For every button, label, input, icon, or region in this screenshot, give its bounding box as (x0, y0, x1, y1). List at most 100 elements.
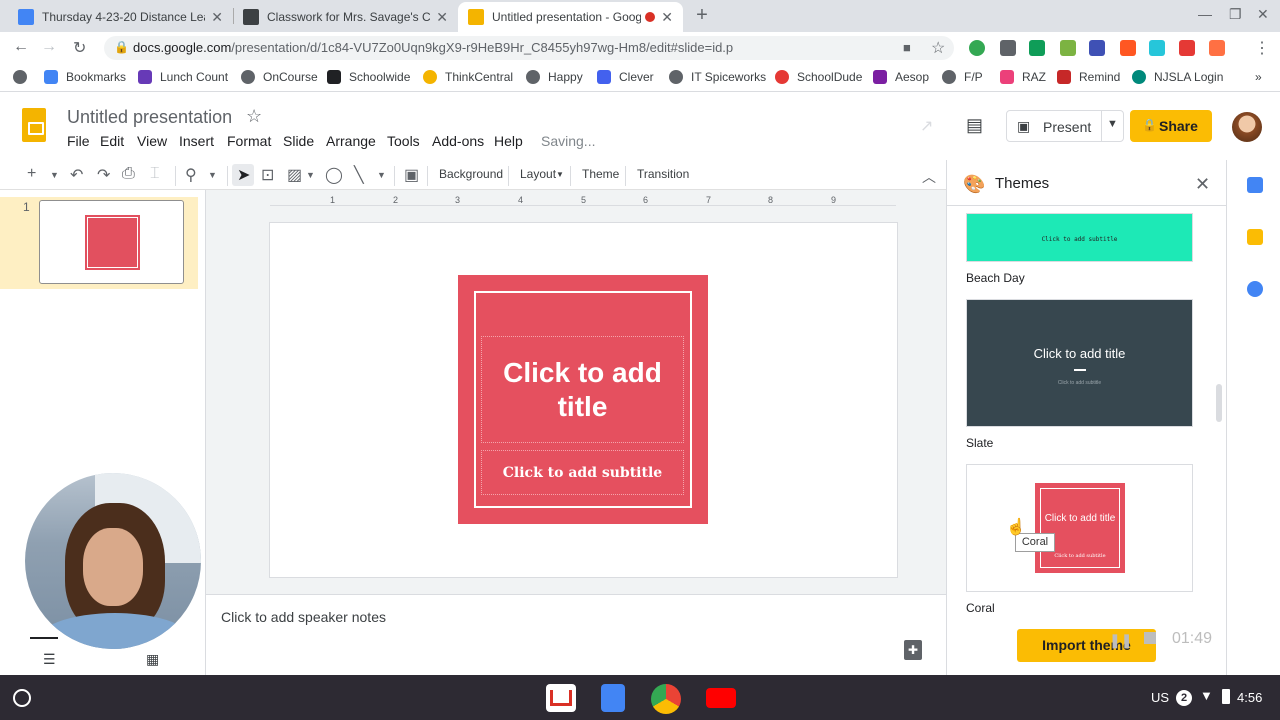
menu-format[interactable]: Format (227, 133, 271, 149)
zoom-icon[interactable]: ⚲ (185, 165, 197, 185)
more-bookmarks-icon[interactable]: » (1255, 70, 1262, 84)
bookmark-remind[interactable]: Remind (1057, 70, 1120, 84)
avatar[interactable] (1232, 112, 1262, 142)
bookmark-oncourse[interactable]: OnCourse (241, 70, 318, 84)
camera-icon[interactable]: ■ (903, 40, 911, 55)
menu-help[interactable]: Help (494, 133, 523, 149)
tasks-icon[interactable] (1247, 281, 1263, 297)
gmail-icon[interactable] (546, 684, 576, 712)
scrollbar[interactable] (1216, 384, 1222, 422)
bookmark-happy[interactable]: Happy (526, 70, 583, 84)
extension-icon[interactable] (1089, 40, 1105, 56)
menu-slide[interactable]: Slide (283, 133, 314, 149)
close-window-icon[interactable]: ✕ (1257, 6, 1269, 23)
wifi-icon[interactable]: ▼ (1200, 688, 1213, 703)
lock-icon[interactable]: 🔒 (114, 40, 129, 54)
theme-card-slate[interactable] (966, 299, 1193, 427)
bookmark-raz[interactable]: RAZ (1000, 70, 1046, 84)
maximize-icon[interactable]: ❐ (1229, 6, 1242, 23)
bookmark-thinkcentral[interactable]: ThinkCentral (423, 70, 513, 84)
caret-down-icon[interactable]: ▼ (377, 170, 386, 180)
browser-tab-3[interactable]: Untitled presentation - Goog ✕ (458, 2, 683, 32)
menu-insert[interactable]: Insert (179, 133, 214, 149)
input-method[interactable]: US (1151, 690, 1169, 705)
speaker-notes-area[interactable] (206, 594, 946, 675)
line-icon[interactable]: ╲ (354, 165, 364, 185)
extension-icon[interactable] (1120, 40, 1136, 56)
bookmark-clever[interactable]: Clever (597, 70, 654, 84)
apps-icon[interactable] (13, 70, 27, 84)
bookmark-lunch-count[interactable]: Lunch Count (138, 70, 228, 84)
keep-icon[interactable] (1247, 229, 1263, 245)
extension-icon[interactable] (1149, 40, 1165, 56)
speaker-notes-placeholder[interactable]: Click to add speaker notes (221, 609, 386, 625)
undo-icon[interactable]: ↶ (70, 165, 83, 185)
layout-button[interactable]: Layout (520, 167, 556, 181)
bookmark-bookmarks[interactable]: Bookmarks (44, 70, 126, 84)
print-icon[interactable]: ⎙ (122, 165, 135, 183)
url-text[interactable]: docs.google.com/presentation/d/1c84-VU7Z… (133, 40, 733, 55)
launcher-icon[interactable] (13, 689, 31, 707)
youtube-icon[interactable] (706, 688, 736, 708)
pause-icon[interactable]: ❚❚ (1109, 632, 1132, 649)
add-comment-icon[interactable]: ▣ (404, 165, 419, 185)
battery-icon[interactable] (1222, 689, 1230, 704)
collapse-chevron-icon[interactable]: ︿ (922, 167, 936, 187)
calendar-icon[interactable] (1247, 177, 1263, 193)
bookmark-fp[interactable]: F/P (942, 70, 983, 84)
caret-down-icon[interactable]: ▼ (208, 170, 217, 180)
bookmark-schooldude[interactable]: SchoolDude (775, 70, 862, 84)
forward-arrow-icon[interactable]: → (41, 38, 57, 56)
comments-icon[interactable]: ▤ (966, 115, 983, 136)
new-tab-button[interactable]: + (690, 4, 714, 28)
browser-tab-1[interactable]: Thursday 4-23-20 Distance Lear ✕ (8, 2, 233, 32)
slides-logo-icon[interactable] (22, 108, 46, 142)
clock[interactable]: 4:56 (1237, 690, 1262, 705)
reload-icon[interactable]: ↻ (73, 38, 86, 58)
star-icon[interactable]: ☆ (246, 106, 262, 127)
menu-view[interactable]: View (137, 133, 167, 149)
transition-button[interactable]: Transition (637, 167, 689, 181)
title-placeholder[interactable]: Click to add title (481, 336, 684, 443)
share-button[interactable]: 🔒 Share (1130, 110, 1212, 142)
extension-icon[interactable] (969, 40, 985, 56)
extension-icon[interactable] (1000, 40, 1016, 56)
theme-button[interactable]: Theme (582, 167, 619, 181)
more-vert-icon[interactable]: ⋮ (1254, 38, 1270, 58)
close-icon[interactable]: ✕ (211, 9, 223, 26)
browser-tab-2[interactable]: Classwork for Mrs. Savage's Cla ✕ (233, 2, 458, 32)
extension-icon[interactable] (1060, 40, 1076, 56)
menu-edit[interactable]: Edit (100, 133, 124, 149)
image-icon[interactable]: ▨ (287, 165, 302, 185)
extension-icon[interactable] (1029, 40, 1045, 56)
bookmark-it-spiceworks[interactable]: IT Spiceworks (669, 70, 766, 84)
document-title[interactable]: Untitled presentation (67, 107, 232, 128)
menu-tools[interactable]: Tools (387, 133, 420, 149)
chrome-icon[interactable] (651, 684, 681, 714)
new-slide-icon[interactable]: + (27, 165, 36, 183)
text-box-icon[interactable]: ⊡ (261, 165, 274, 185)
list-view-icon[interactable]: ☰ (43, 651, 56, 668)
notification-badge[interactable]: 2 (1176, 690, 1192, 706)
shape-icon[interactable]: ◯ (325, 165, 343, 185)
docs-app-icon[interactable] (601, 684, 625, 712)
back-arrow-icon[interactable]: ← (13, 38, 29, 56)
menu-add-ons[interactable]: Add-ons (432, 133, 484, 149)
select-cursor-icon[interactable]: ➤ (237, 165, 250, 185)
activity-icon[interactable]: ↗ (920, 116, 933, 136)
background-button[interactable]: Background (439, 167, 503, 181)
bookmark-aesop[interactable]: Aesop (873, 70, 929, 84)
caret-down-icon[interactable]: ▼ (556, 170, 564, 179)
close-icon[interactable]: ✕ (436, 9, 448, 26)
menu-file[interactable]: File (67, 133, 90, 149)
redo-icon[interactable]: ↷ (97, 165, 110, 185)
present-button[interactable]: ▣ Present ▼ (1006, 110, 1124, 142)
menu-arrange[interactable]: Arrange (326, 133, 376, 149)
explore-icon[interactable]: ✚ (904, 640, 922, 660)
bookmark-schoolwide[interactable]: Schoolwide (327, 70, 410, 84)
grid-view-icon[interactable]: ▦ (146, 651, 159, 668)
caret-down-icon[interactable]: ▼ (1107, 118, 1118, 130)
bookmark-njsla-login[interactable]: NJSLA Login (1132, 70, 1223, 84)
extension-icon[interactable] (1209, 40, 1225, 56)
import-theme-button[interactable]: Import theme (1017, 629, 1156, 662)
